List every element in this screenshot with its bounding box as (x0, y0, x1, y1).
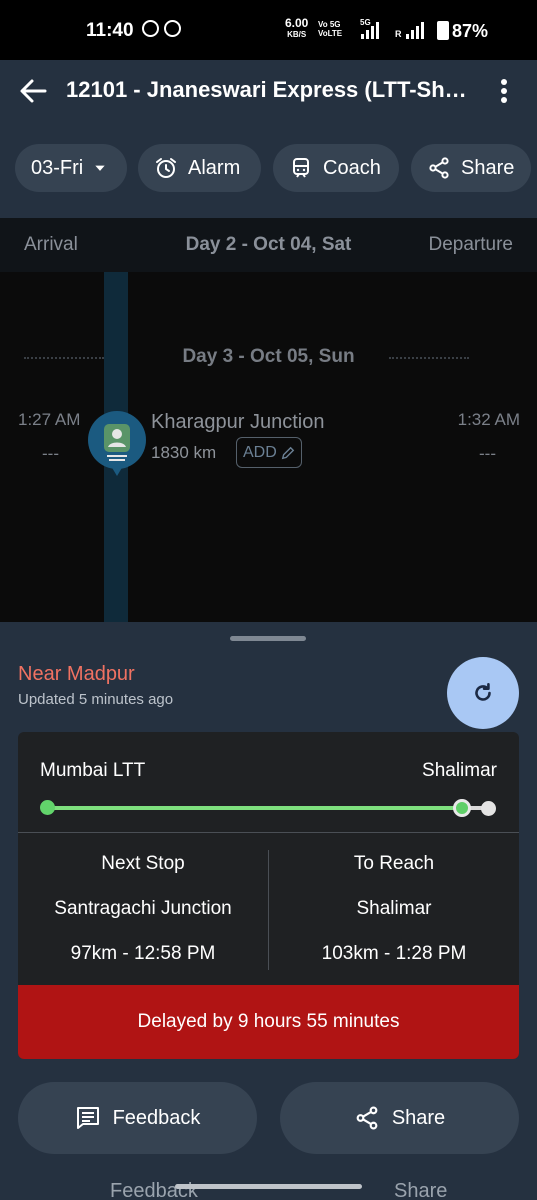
next-stop-eta: 97km - 12:58 PM (70, 943, 216, 964)
coach-label: Coach (323, 156, 381, 179)
feedback-icon (76, 1107, 99, 1129)
origin-station: Mumbai LTT (40, 760, 146, 781)
drag-handle[interactable] (230, 636, 306, 641)
back-arrow-icon[interactable] (18, 76, 48, 106)
alarm-chip[interactable]: Alarm (138, 144, 261, 192)
next-stop-panel: Next Stop Santragachi Junction 97km - 12… (18, 852, 268, 987)
net-speed-unit: KB/S (287, 30, 307, 39)
date-select-label: 03-Fri (31, 156, 84, 179)
net-speed-value: 6.00 (285, 16, 309, 30)
journey-progress-fill (47, 806, 463, 810)
share-chip[interactable]: Share (411, 144, 531, 192)
journey-card: Mumbai LTT Shalimar Next Stop Santragach… (18, 732, 519, 1059)
status-time: 11:40 (86, 20, 134, 41)
date-select-chip[interactable]: 03-Fri (15, 144, 127, 192)
station-departure-time: 1:32 AM (457, 410, 520, 429)
origin-dot (40, 800, 55, 815)
page-title: 12101 - Jnaneswari Express (LTT-Shalimar… (66, 77, 476, 102)
battery-icon (437, 21, 449, 40)
current-position-dot (453, 799, 472, 817)
network-5g-label: 5G (360, 18, 371, 27)
feedback-button[interactable]: Feedback (18, 1082, 257, 1154)
divider (18, 832, 519, 833)
refresh-icon (475, 683, 491, 701)
volte-indicator: Vo 5G VoLTE (318, 20, 342, 38)
share-button-label: Share (391, 1106, 446, 1129)
share-button[interactable]: Share (280, 1082, 519, 1154)
battery-percent: 87% (452, 21, 489, 41)
feedback-label: Feedback (112, 1106, 201, 1129)
station-name: Kharagpur Junction (151, 411, 325, 433)
to-reach-heading: To Reach (353, 853, 435, 874)
to-reach-panel: To Reach Shalimar 103km - 1:28 PM (269, 852, 519, 987)
to-reach-station: Shalimar (356, 898, 432, 919)
notification-icons (142, 20, 181, 37)
alarm-label: Alarm (188, 156, 241, 179)
station-departure-delay: --- (479, 444, 496, 463)
add-label: ADD (243, 443, 277, 461)
feedback-shadow-label: Feedback (110, 1180, 198, 1200)
destination-dot (481, 801, 496, 816)
station-arrival-time: 1:27 AM (18, 410, 81, 429)
last-updated: Updated 5 minutes ago (18, 691, 174, 708)
share-label: Share (461, 156, 515, 179)
network-label-top: Vo 5G (318, 20, 341, 29)
whatsapp-icon (142, 20, 159, 37)
current-location: Near Madpur (18, 663, 135, 685)
status-bar: 11:40 6.00 KB/S Vo 5G VoLTE 5G R 87% (0, 0, 537, 60)
live-status-sheet: Near Madpur Updated 5 minutes ago Mumbai… (0, 622, 537, 1200)
destination-station: Shalimar (422, 760, 497, 781)
day-divider: Day 3 - Oct 05, Sun (182, 346, 355, 367)
pencil-icon (281, 446, 295, 459)
network-label-bottom: VoLTE (318, 29, 343, 38)
station-arrival-delay: --- (42, 444, 59, 463)
train-icon (293, 158, 309, 178)
station-distance: 1830 km (151, 443, 217, 462)
chat-bubble-icon (164, 20, 181, 37)
coach-chip[interactable]: Coach (273, 144, 399, 192)
alarm-clock-icon (156, 158, 176, 178)
current-train-icon (88, 411, 146, 476)
delay-banner: Delayed by 9 hours 55 minutes (18, 985, 519, 1059)
share-icon (356, 1106, 378, 1130)
to-reach-eta: 103km - 1:28 PM (321, 943, 467, 964)
refresh-button[interactable] (447, 657, 519, 729)
add-platform-button[interactable]: ADD (236, 437, 302, 468)
roaming-label: R (395, 29, 402, 39)
more-vertical-icon[interactable] (494, 76, 514, 106)
chevron-down-icon (95, 165, 105, 171)
day-header: Arrival Day 2 - Oct 04, Sat Departure (0, 218, 537, 272)
net-speed: 6.00 KB/S (285, 16, 309, 40)
journey-progress-track (47, 806, 489, 810)
departure-column-header: Departure (428, 234, 514, 255)
next-stop-station: Santragachi Junction (54, 898, 232, 919)
app-bar: 12101 - Jnaneswari Express (LTT-Shalimar… (0, 60, 537, 218)
share-shadow-label: Share (394, 1180, 448, 1200)
next-stop-heading: Next Stop (101, 853, 185, 874)
share-icon (429, 157, 449, 179)
gesture-nav-bar[interactable] (175, 1184, 362, 1189)
signal-icon-2 (406, 22, 424, 39)
